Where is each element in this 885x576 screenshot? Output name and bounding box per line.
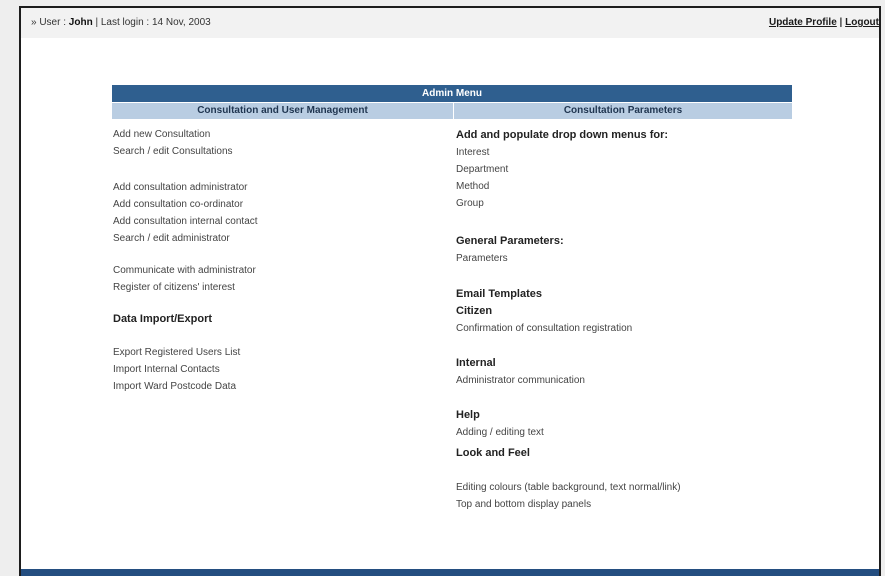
right-column-header: Consultation Parameters	[454, 103, 792, 119]
user-info: » User : John | Last login : 14 Nov, 200…	[31, 17, 211, 28]
dropdown-heading: Add and populate drop down menus for:	[456, 129, 669, 141]
add-coordinator-link[interactable]: Add consultation co-ordinator	[113, 196, 443, 213]
update-profile-link[interactable]: Update Profile	[769, 17, 837, 28]
search-administrator-link[interactable]: Search / edit administrator	[113, 230, 443, 247]
general-parameters-heading: General Parameters:	[456, 235, 564, 247]
admin-menu-title: Admin Menu	[112, 85, 792, 102]
add-consultation-link[interactable]: Add new Consultation	[113, 126, 443, 143]
data-import-export-heading: Data Import/Export	[113, 313, 213, 325]
spacer-strip	[21, 38, 879, 56]
import-postcode-link[interactable]: Import Ward Postcode Data	[113, 378, 443, 395]
logout-link[interactable]: Logout	[845, 17, 879, 28]
search-consultations-link[interactable]: Search / edit Consultations	[113, 143, 443, 160]
interest-link[interactable]: Interest	[456, 144, 786, 161]
group-link[interactable]: Group	[456, 195, 786, 212]
editing-colours-link[interactable]: Editing colours (table background, text …	[456, 479, 786, 496]
add-internal-contact-link[interactable]: Add consultation internal contact	[113, 213, 443, 230]
communicate-administrator-link[interactable]: Communicate with administrator	[113, 262, 443, 279]
import-contacts-link[interactable]: Import Internal Contacts	[113, 361, 443, 378]
link-separator: |	[836, 17, 846, 28]
display-panels-link[interactable]: Top and bottom display panels	[456, 496, 786, 513]
right-column: Add and populate drop down menus for: In…	[456, 126, 786, 513]
internal-heading: Internal	[456, 357, 496, 369]
export-users-link[interactable]: Export Registered Users List	[113, 344, 443, 361]
user-prefix: » User :	[31, 17, 69, 28]
method-link[interactable]: Method	[456, 178, 786, 195]
confirmation-registration-link[interactable]: Confirmation of consultation registratio…	[456, 320, 786, 337]
look-and-feel-heading: Look and Feel	[456, 447, 530, 459]
page-frame: » User : John | Last login : 14 Nov, 200…	[19, 6, 881, 576]
adding-editing-text-link[interactable]: Adding / editing text	[456, 424, 786, 441]
administrator-communication-link[interactable]: Administrator communication	[456, 372, 786, 389]
top-bar: » User : John | Last login : 14 Nov, 200…	[21, 8, 879, 39]
left-column: Add new Consultation Search / edit Consu…	[113, 126, 443, 395]
help-heading: Help	[456, 409, 480, 421]
email-templates-heading: Email Templates	[456, 288, 542, 300]
last-login: | Last login : 14 Nov, 2003	[92, 17, 211, 28]
user-name: John	[68, 17, 93, 28]
left-column-header: Consultation and User Management	[112, 103, 453, 119]
parameters-link[interactable]: Parameters	[456, 250, 786, 267]
citizen-heading: Citizen	[456, 305, 493, 317]
top-links: Update Profile | Logout	[769, 17, 879, 28]
add-administrator-link[interactable]: Add consultation administrator	[113, 179, 443, 196]
bottom-bar	[21, 569, 879, 576]
department-link[interactable]: Department	[456, 161, 786, 178]
citizens-interest-link[interactable]: Register of citizens' interest	[113, 279, 443, 296]
